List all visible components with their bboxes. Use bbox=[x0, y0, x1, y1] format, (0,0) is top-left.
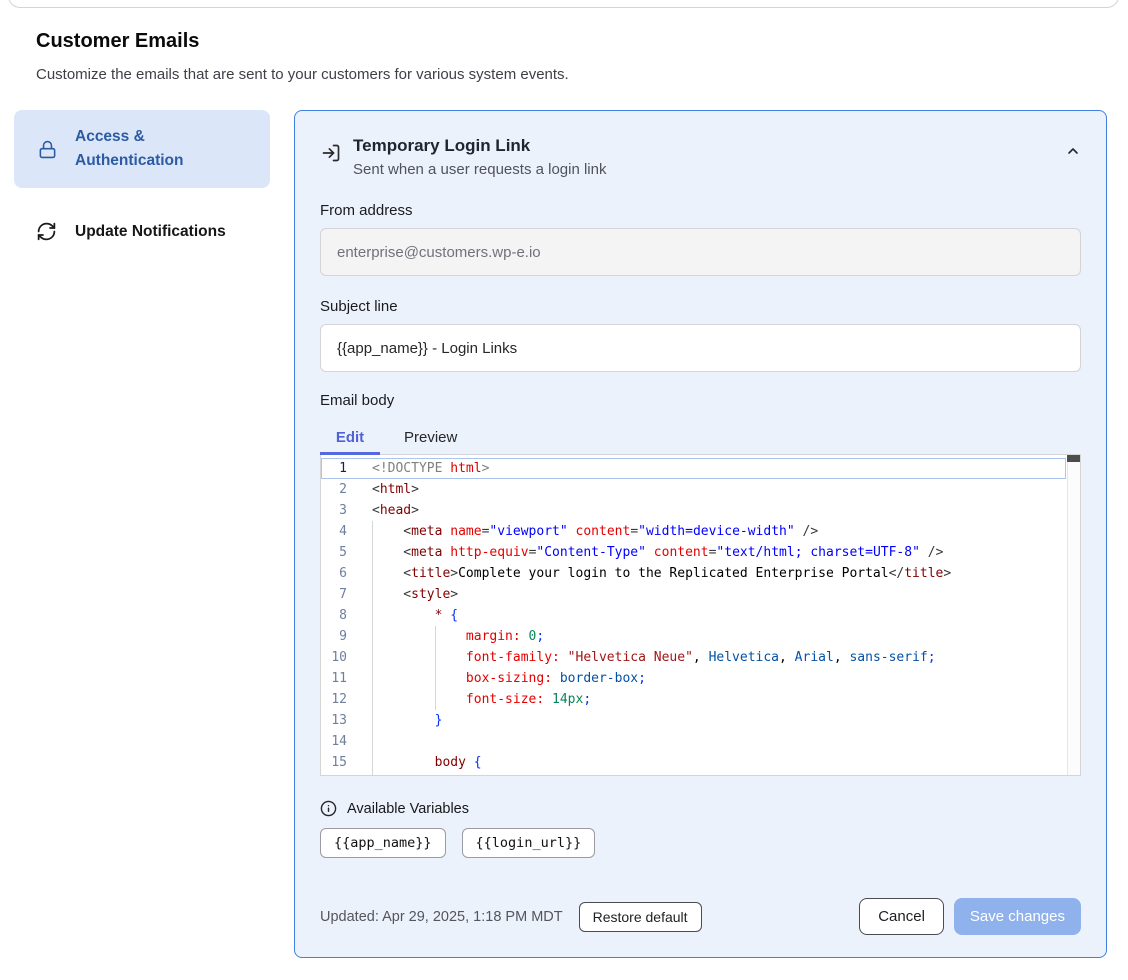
collapse-button[interactable] bbox=[1065, 143, 1081, 162]
page-subtitle: Customize the emails that are sent to yo… bbox=[36, 66, 569, 83]
editor-scrollbar-thumb[interactable] bbox=[1067, 455, 1080, 462]
code-text: box-sizing: border-box; bbox=[361, 668, 646, 689]
previous-card-bottom-edge bbox=[8, 0, 1119, 8]
line-number: 4 bbox=[321, 521, 361, 542]
line-number: 8 bbox=[321, 605, 361, 626]
panel-footer: Updated: Apr 29, 2025, 1:18 PM MDT Resto… bbox=[320, 898, 1081, 935]
code-text: <head> bbox=[361, 500, 419, 521]
from-address-input[interactable] bbox=[320, 228, 1081, 276]
indent-guide bbox=[372, 521, 373, 775]
sidebar-item-access-authentication[interactable]: Access & Authentication bbox=[14, 110, 270, 188]
editor-tabs: Edit Preview bbox=[320, 422, 1081, 452]
temporary-login-link-panel: Temporary Login Link Sent when a user re… bbox=[294, 110, 1107, 958]
save-changes-button[interactable]: Save changes bbox=[954, 898, 1081, 935]
page-title: Customer Emails bbox=[36, 30, 199, 53]
code-line[interactable]: 6 <title>Complete your login to the Repl… bbox=[321, 563, 1066, 584]
code-line[interactable]: 13 } bbox=[321, 710, 1066, 731]
line-number: 15 bbox=[321, 752, 361, 773]
code-line[interactable]: 4 <meta name="viewport" content="width=d… bbox=[321, 521, 1066, 542]
line-number: 5 bbox=[321, 542, 361, 563]
variable-chip-login-url[interactable]: {{login_url}} bbox=[462, 828, 596, 858]
available-variables-row: Available Variables bbox=[320, 800, 1081, 817]
code-text: <meta name="viewport" content="width=dev… bbox=[361, 521, 818, 542]
tab-preview[interactable]: Preview bbox=[380, 429, 481, 446]
line-number: 2 bbox=[321, 479, 361, 500]
panel-subtitle: Sent when a user requests a login link bbox=[353, 160, 606, 180]
code-text: font-size: 14px; bbox=[361, 689, 591, 710]
code-line[interactable]: 14 bbox=[321, 731, 1066, 752]
code-line[interactable]: 10 font-family: "Helvetica Neue", Helvet… bbox=[321, 647, 1066, 668]
code-line[interactable]: 16 background-color: #f6f6f6; bbox=[321, 773, 1066, 776]
line-number: 9 bbox=[321, 626, 361, 647]
code-line[interactable]: 5 <meta http-equiv="Content-Type" conten… bbox=[321, 542, 1066, 563]
variable-chips: {{app_name}} {{login_url}} bbox=[320, 828, 1081, 858]
code-line[interactable]: 8 * { bbox=[321, 605, 1066, 626]
refresh-icon bbox=[36, 221, 57, 242]
chevron-up-icon bbox=[1065, 143, 1081, 162]
panel-header: Temporary Login Link Sent when a user re… bbox=[320, 135, 1081, 180]
code-line[interactable]: 7 <style> bbox=[321, 584, 1066, 605]
email-types-sidebar: Access & Authentication Update Notificat… bbox=[14, 110, 270, 250]
code-line[interactable]: 12 font-size: 14px; bbox=[321, 689, 1066, 710]
sidebar-item-label: Access & Authentication bbox=[75, 125, 252, 173]
code-line[interactable]: 9 margin: 0; bbox=[321, 626, 1066, 647]
cancel-button[interactable]: Cancel bbox=[859, 898, 944, 935]
line-number: 6 bbox=[321, 563, 361, 584]
code-text bbox=[361, 731, 372, 752]
code-line[interactable]: 2<html> bbox=[321, 479, 1066, 500]
panel-title: Temporary Login Link bbox=[353, 135, 606, 157]
info-icon bbox=[320, 800, 337, 817]
code-text: } bbox=[361, 710, 442, 731]
subject-line-input[interactable] bbox=[320, 324, 1081, 372]
available-variables-label: Available Variables bbox=[347, 801, 469, 817]
code-text: <meta http-equiv="Content-Type" content=… bbox=[361, 542, 943, 563]
line-number: 16 bbox=[321, 773, 361, 776]
code-text: font-family: "Helvetica Neue", Helvetica… bbox=[361, 647, 936, 668]
code-text: <style> bbox=[361, 584, 458, 605]
line-number: 13 bbox=[321, 710, 361, 731]
indent-guide bbox=[435, 626, 436, 710]
sidebar-item-update-notifications[interactable]: Update Notifications bbox=[14, 213, 270, 250]
email-body-code-editor[interactable]: 1<!DOCTYPE html>2<html>3<head>4 <meta na… bbox=[320, 454, 1081, 776]
subject-line-label: Subject line bbox=[320, 298, 1081, 315]
code-line[interactable]: 3<head> bbox=[321, 500, 1066, 521]
variable-chip-app-name[interactable]: {{app_name}} bbox=[320, 828, 446, 858]
line-number: 3 bbox=[321, 500, 361, 521]
lock-icon bbox=[38, 139, 57, 160]
code-text: * { bbox=[361, 605, 458, 626]
restore-default-button[interactable]: Restore default bbox=[579, 902, 702, 932]
line-number: 10 bbox=[321, 647, 361, 668]
line-number: 7 bbox=[321, 584, 361, 605]
code-text: <title>Complete your login to the Replic… bbox=[361, 563, 951, 584]
code-line[interactable]: 15 body { bbox=[321, 752, 1066, 773]
code-text: <html> bbox=[361, 479, 419, 500]
line-number: 12 bbox=[321, 689, 361, 710]
editor-scrollbar[interactable] bbox=[1067, 455, 1080, 775]
code-line[interactable]: 1<!DOCTYPE html> bbox=[321, 458, 1066, 479]
code-text: margin: 0; bbox=[361, 626, 544, 647]
updated-timestamp: Updated: Apr 29, 2025, 1:18 PM MDT bbox=[320, 909, 563, 925]
tab-edit[interactable]: Edit bbox=[320, 429, 380, 446]
line-number: 11 bbox=[321, 668, 361, 689]
code-lines: 1<!DOCTYPE html>2<html>3<head>4 <meta na… bbox=[321, 458, 1066, 776]
code-text: body { bbox=[361, 752, 482, 773]
sidebar-item-label: Update Notifications bbox=[75, 223, 226, 241]
line-number: 14 bbox=[321, 731, 361, 752]
from-address-label: From address bbox=[320, 202, 1081, 219]
log-in-icon bbox=[321, 143, 341, 163]
active-tab-indicator bbox=[320, 452, 380, 455]
code-text: <!DOCTYPE html> bbox=[361, 458, 489, 479]
line-number: 1 bbox=[321, 458, 361, 479]
code-text: background-color: #f6f6f6; bbox=[361, 773, 669, 776]
email-body-label: Email body bbox=[320, 392, 1081, 409]
code-line[interactable]: 11 box-sizing: border-box; bbox=[321, 668, 1066, 689]
